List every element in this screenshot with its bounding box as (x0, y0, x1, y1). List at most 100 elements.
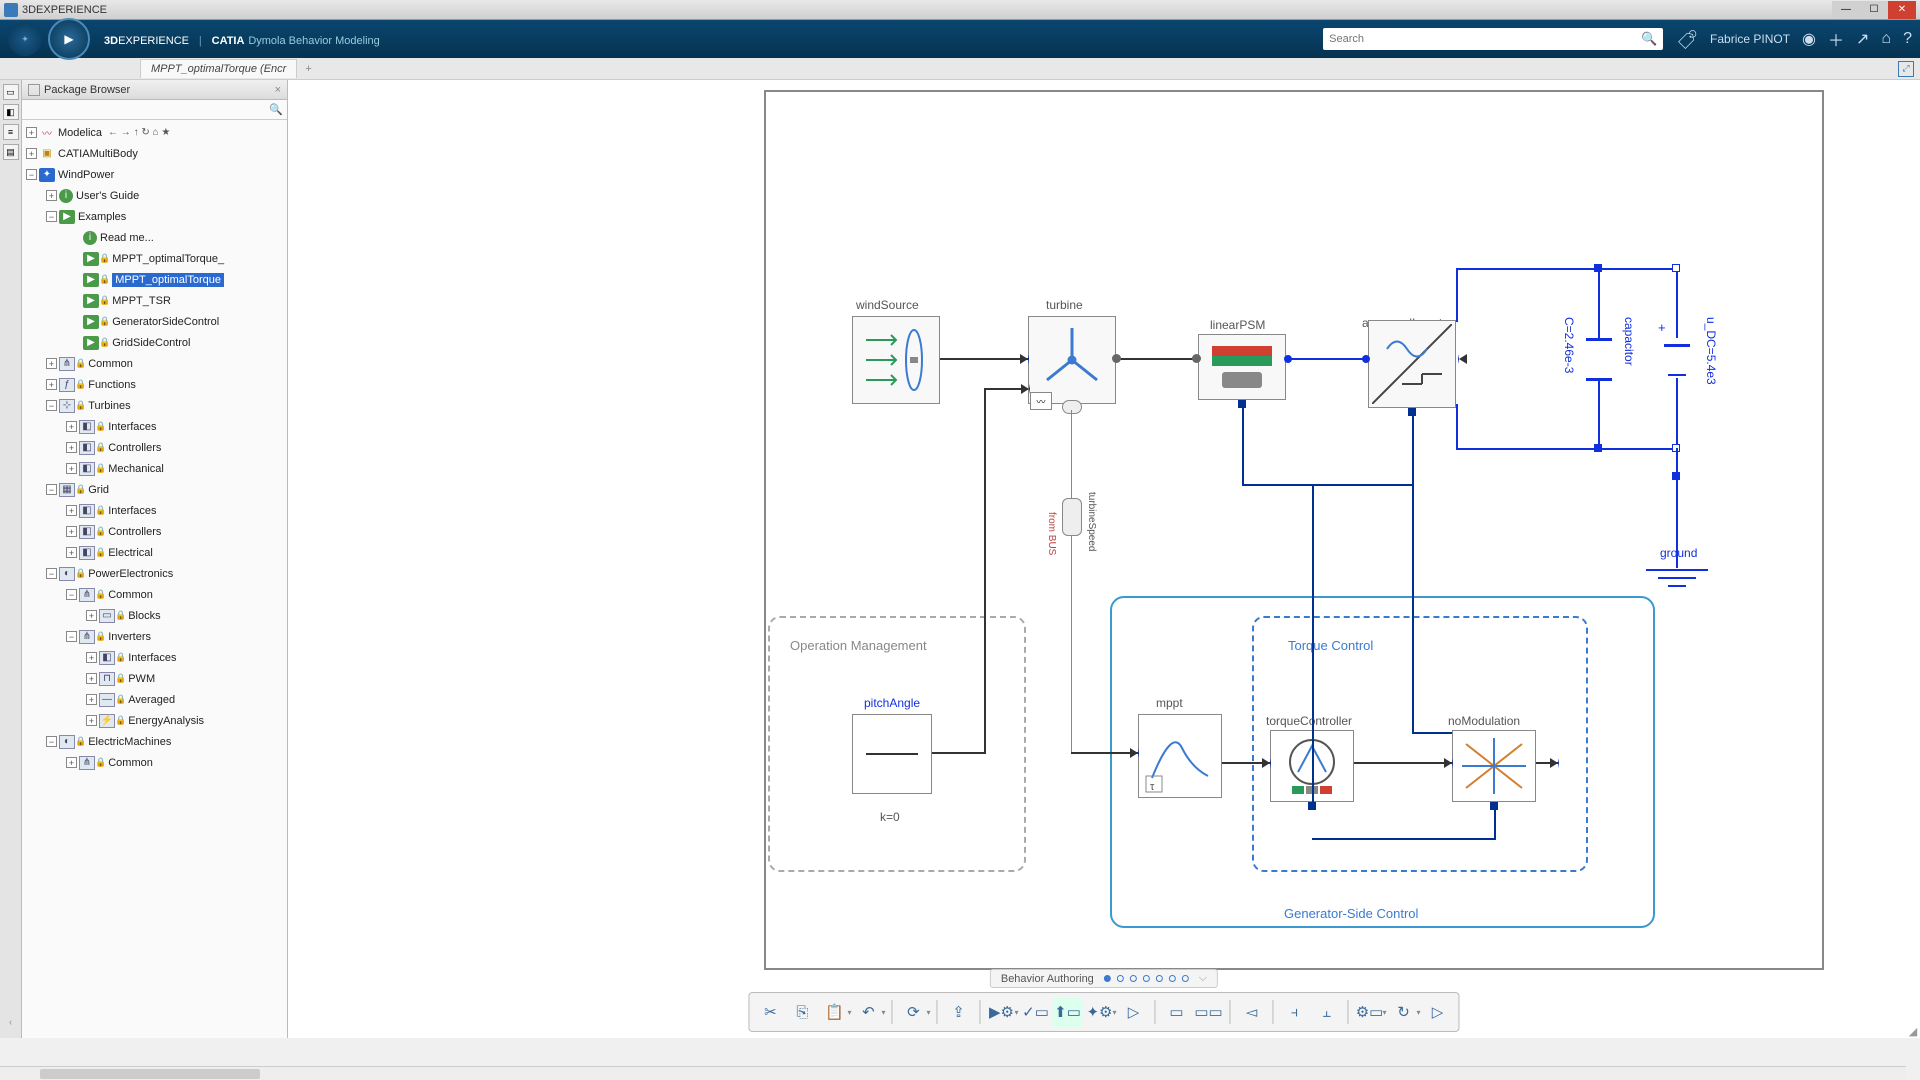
tree-turb-mechanical[interactable]: +◧🔒Mechanical (22, 458, 287, 479)
paste-button[interactable]: 📋 (819, 997, 849, 1027)
tree-modelica[interactable]: +〰Modelica← → ↑ ↻ ⌂ ★ (22, 122, 287, 143)
browser-search[interactable]: 🔍 (22, 100, 287, 120)
cut-button[interactable]: ✂ (755, 997, 785, 1027)
tree-inv-averaged[interactable]: +—🔒Averaged (22, 689, 287, 710)
page-chevron-icon[interactable]: ⌵ (1199, 972, 1207, 985)
browser-close-button[interactable]: × (275, 84, 281, 96)
tree-pe-blocks[interactable]: +▭🔒Blocks (22, 605, 287, 626)
back-button[interactable]: ◅ (1237, 997, 1267, 1027)
block-mppt[interactable]: τ (1138, 714, 1222, 798)
export-button[interactable]: ⇪ (943, 997, 973, 1027)
tree-powerelec[interactable]: −◐🔒PowerElectronics (22, 563, 287, 584)
page-dot-2[interactable] (1117, 975, 1124, 982)
tab-add-button[interactable]: + (297, 60, 319, 78)
tree-grid-interfaces[interactable]: +◧🔒Interfaces (22, 500, 287, 521)
tree-turb-controllers[interactable]: +◧🔒Controllers (22, 437, 287, 458)
page-dot-7[interactable] (1182, 975, 1189, 982)
block-windsource[interactable] (852, 316, 940, 404)
tree-inv-interfaces[interactable]: +◧🔒Interfaces (22, 647, 287, 668)
simulate-button[interactable]: ▶⚙ (986, 997, 1016, 1027)
diagram-canvas[interactable]: windSource turbine 〰 linearPSM averagedI… (288, 80, 1920, 1038)
split-h-button[interactable]: ⫞ (1280, 997, 1310, 1027)
tree-grid-controllers[interactable]: +◧🔒Controllers (22, 521, 287, 542)
animate-button[interactable]: ✦⚙ (1085, 997, 1115, 1027)
window-minimize-button[interactable]: — (1832, 1, 1860, 19)
tree-functions[interactable]: +ƒ🔒Functions (22, 374, 287, 395)
tree-em-common[interactable]: +⋔🔒Common (22, 752, 287, 773)
page-dot-6[interactable] (1169, 975, 1176, 982)
tree-mppt-opt1[interactable]: ▶🔒MPPT_optimalTorque_ (22, 248, 287, 269)
settings-button[interactable]: ⚙▭ (1355, 997, 1385, 1027)
rail-3d-button[interactable]: ◧ (3, 104, 19, 120)
wire-nomod-out-arrow (1550, 758, 1559, 768)
maximize-diagram-button[interactable]: ⤢ (1898, 61, 1914, 77)
block-pitchangle[interactable] (852, 714, 932, 794)
page-dot-1[interactable] (1104, 975, 1111, 982)
package-tree[interactable]: +〰Modelica← → ↑ ↻ ⌂ ★ +▣CATIAMultiBody −… (22, 120, 287, 1038)
tree-usersguide[interactable]: +iUser's Guide (22, 185, 287, 206)
tree-turbines[interactable]: −⊹🔒Turbines (22, 395, 287, 416)
search-input[interactable] (1329, 33, 1641, 45)
reload-button[interactable]: ↻ (1389, 997, 1419, 1027)
block-linearpsm[interactable] (1198, 334, 1286, 400)
page-dot-5[interactable] (1156, 975, 1163, 982)
browser-search-icon[interactable]: 🔍 (269, 103, 283, 116)
tree-pe-common[interactable]: −⋔🔒Common (22, 584, 287, 605)
play-orb-button[interactable] (48, 18, 90, 60)
rail-diagram-button[interactable]: ▭ (3, 84, 19, 100)
split-v-button[interactable]: ⫠ (1312, 997, 1342, 1027)
browser-search-input[interactable] (26, 104, 269, 116)
tree-genside[interactable]: ▶🔒GeneratorSideControl (22, 311, 287, 332)
copy-button[interactable]: ⎘ (787, 997, 817, 1027)
share-icon[interactable]: ↗ (1856, 29, 1869, 49)
browser-scrollbar[interactable] (0, 1066, 1906, 1080)
search-icon[interactable]: 🔍 (1641, 31, 1657, 47)
resize-grip[interactable]: ◢ (1906, 1024, 1920, 1038)
tree-pe-inverters[interactable]: −⋔🔒Inverters (22, 626, 287, 647)
rail-collapse-handle[interactable]: ‹ (9, 1017, 12, 1028)
tree-grid[interactable]: −▦🔒Grid (22, 479, 287, 500)
page-dot-3[interactable] (1130, 975, 1137, 982)
tag-icon[interactable]: 🏷 (1676, 28, 1697, 51)
tree-inv-energy[interactable]: +⚡🔒EnergyAnalysis (22, 710, 287, 731)
play-button[interactable]: ▷ (1119, 997, 1149, 1027)
page-dot-4[interactable] (1143, 975, 1150, 982)
compass-icon[interactable]: ✦ (8, 22, 42, 56)
check-button[interactable]: ✓▭ (1021, 997, 1051, 1027)
tree-grid-electrical[interactable]: +◧🔒Electrical (22, 542, 287, 563)
tree-elecmach[interactable]: −◐🔒ElectricMachines (22, 731, 287, 752)
block-avginv[interactable] (1368, 320, 1456, 408)
tree-readme[interactable]: iRead me... (22, 227, 287, 248)
tree-catiamultibody[interactable]: +▣CATIAMultiBody (22, 143, 287, 164)
tree-windpower[interactable]: −✦WindPower (22, 164, 287, 185)
sensor-turbinespeed[interactable] (1062, 498, 1082, 536)
tree-gridside[interactable]: ▶🔒GridSideControl (22, 332, 287, 353)
home-icon[interactable]: ⌂ (1881, 30, 1891, 48)
search-box[interactable]: 🔍 (1323, 28, 1663, 50)
window-maximize-button[interactable]: ☐ (1860, 1, 1888, 19)
refresh-button[interactable]: ⟳ (898, 997, 928, 1027)
rail-text-button[interactable]: ≡ (3, 124, 19, 140)
undo-button[interactable]: ↶ (853, 997, 883, 1027)
bottom-page-tabs[interactable]: Behavior Authoring ⌵ (990, 969, 1218, 988)
window-close-button[interactable]: ✕ (1888, 1, 1916, 19)
tree-mppt-tsr[interactable]: ▶🔒MPPT_TSR (22, 290, 287, 311)
group-button[interactable]: ▭▭ (1194, 997, 1224, 1027)
tab-mppt[interactable]: MPPT_optimalTorque (Encr (140, 59, 297, 78)
tree-inv-pwm[interactable]: +⊓🔒PWM (22, 668, 287, 689)
add-icon[interactable]: ＋ (1828, 27, 1844, 51)
user-avatar-icon[interactable]: ◉ (1802, 29, 1816, 49)
tree-common[interactable]: +⋔🔒Common (22, 353, 287, 374)
tree-turb-interfaces[interactable]: +◧🔒Interfaces (22, 416, 287, 437)
tree-mppt-opt2[interactable]: ▶🔒MPPT_optimalTorque (22, 269, 287, 290)
rail-plot-button[interactable]: ▤ (3, 144, 19, 160)
block-turbine[interactable] (1028, 316, 1116, 404)
rect-button[interactable]: ▭ (1162, 997, 1192, 1027)
forward-button[interactable]: ▷ (1423, 997, 1453, 1027)
wire-cap-top (1598, 268, 1600, 338)
wire-pitch-out-h (932, 752, 986, 754)
tree-examples[interactable]: −▶Examples (22, 206, 287, 227)
translate-button[interactable]: ⬆▭ (1053, 997, 1083, 1027)
block-nomodulation[interactable] (1452, 730, 1536, 802)
help-icon[interactable]: ? (1903, 30, 1912, 48)
